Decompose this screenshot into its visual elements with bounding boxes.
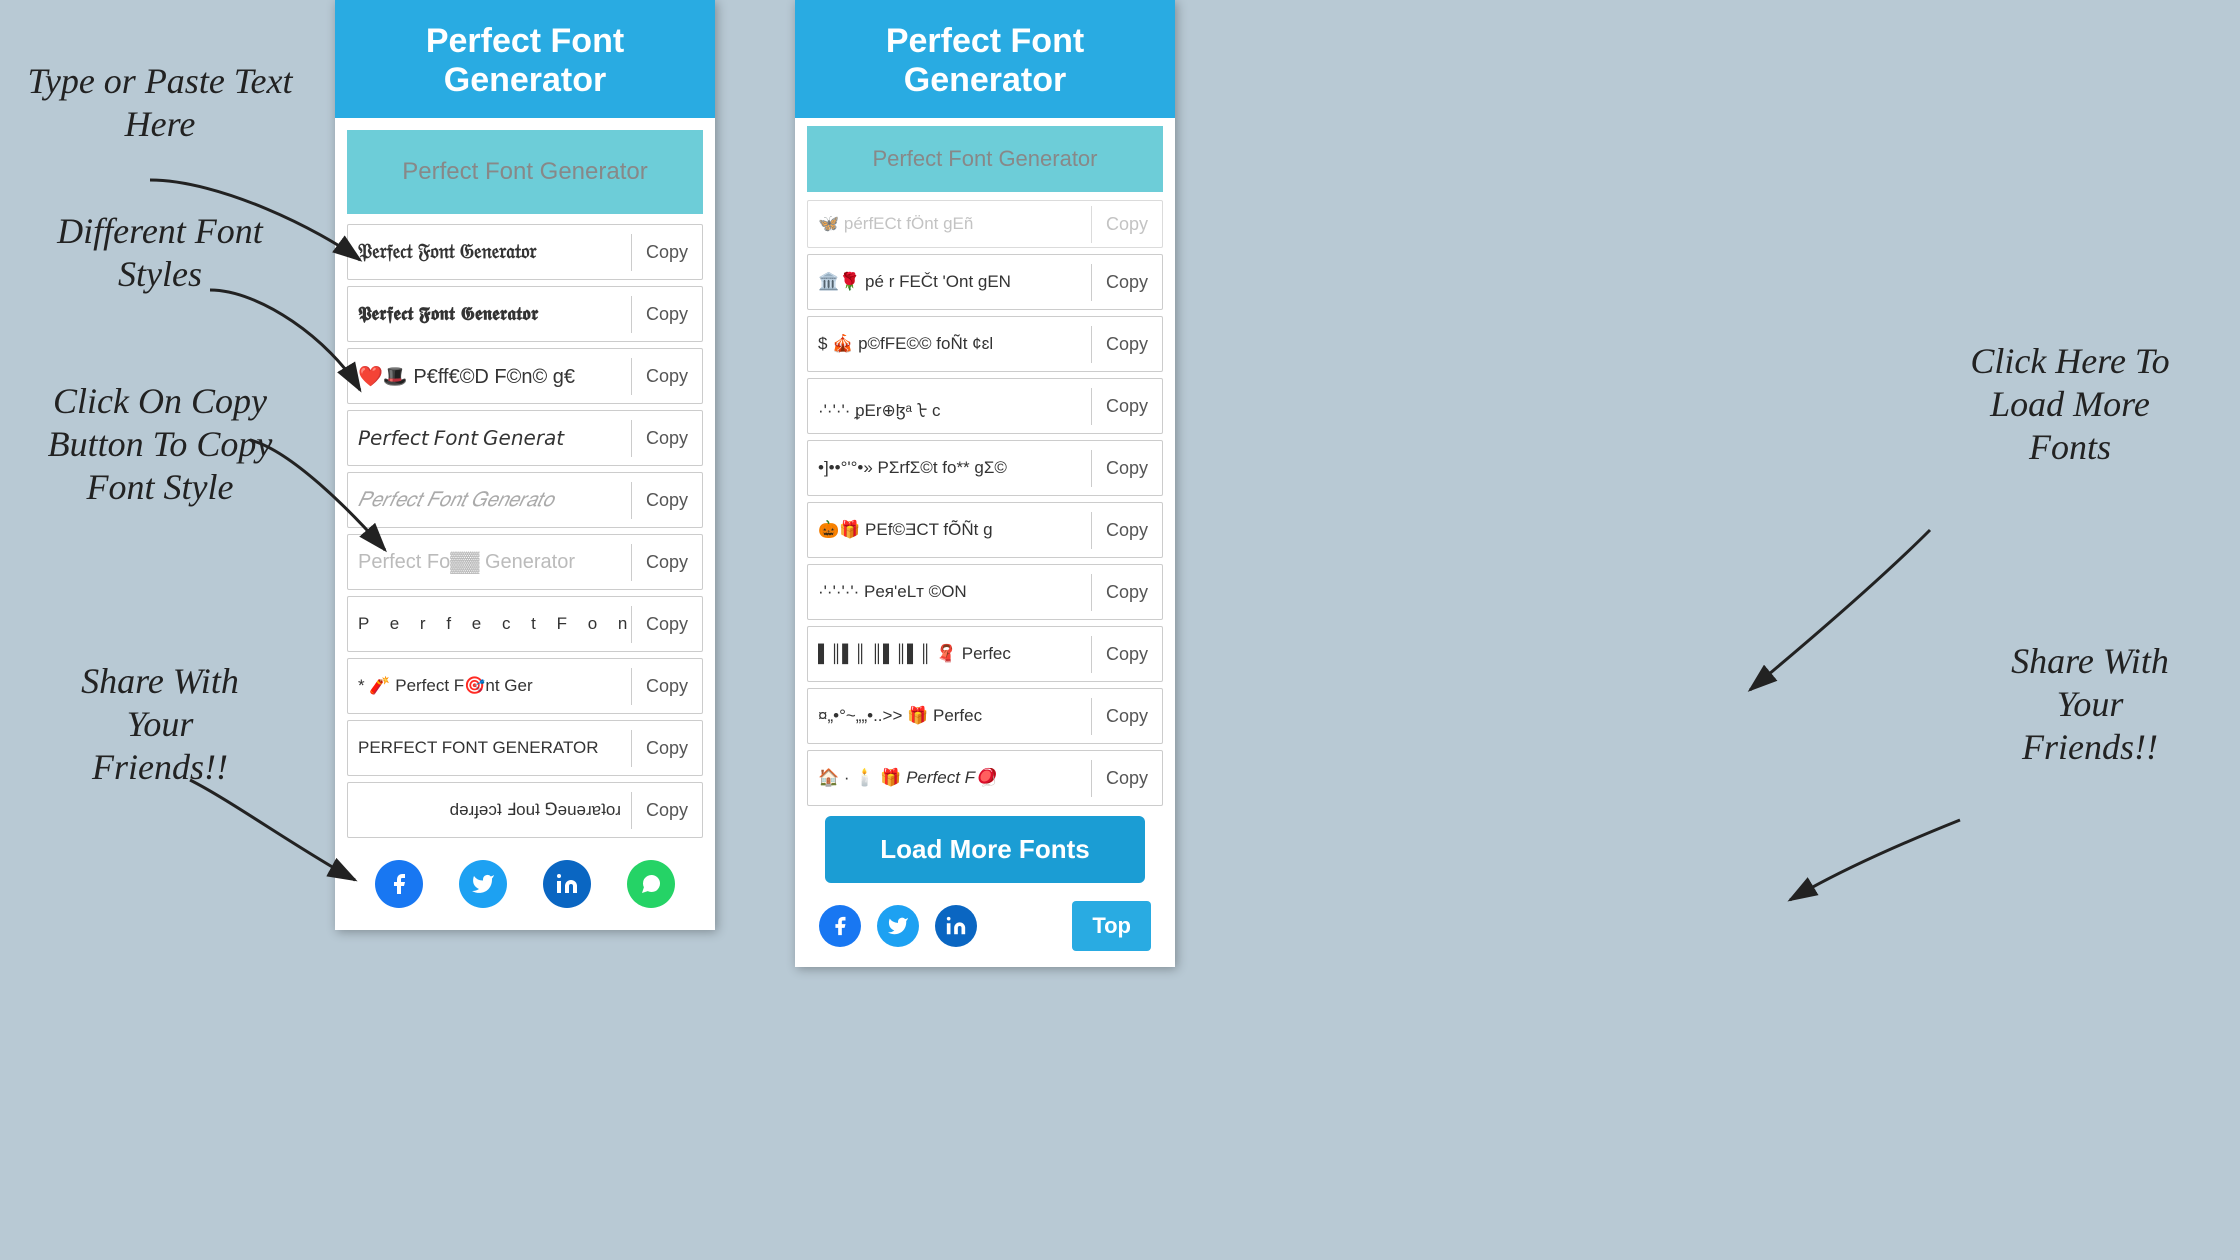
left-phone: Perfect Font Generator 𝔓𝔢𝔯𝔣𝔢𝔠𝔱 𝔉𝔬𝔫𝔱 𝔊𝔢𝔫𝔢… — [335, 0, 715, 930]
copy-button[interactable]: Copy — [1091, 206, 1162, 243]
font-text: PERFECT FONT GENERATOR — [348, 730, 631, 766]
copy-button[interactable]: Copy — [1091, 388, 1162, 425]
font-text: $ 🎪 p©fFE©© foÑt ¢ɛl — [808, 326, 1091, 362]
right-phone: Perfect Font Generator 🦋 pérfECt fÖnt gE… — [795, 0, 1175, 967]
copy-button[interactable]: Copy — [631, 234, 702, 271]
arrow-load-more — [1730, 520, 1950, 700]
linkedin-icon[interactable] — [543, 860, 591, 908]
social-row — [347, 846, 703, 918]
facebook-icon[interactable] — [375, 860, 423, 908]
font-row: * 🧨 Perfect F🎯nt Ger Copy — [347, 658, 703, 714]
copy-button[interactable]: Copy — [631, 792, 702, 829]
font-row: ¤„•°~„„•..>> 🎁 Perfec Copy — [807, 688, 1163, 744]
copy-button[interactable]: Copy — [631, 730, 702, 767]
font-text: ɹoʇɐɹǝuǝ⅁ ʇuoℲ ʇɔǝɟɹǝd — [348, 792, 631, 828]
font-row: ·'·'·'·'· Peя'eLт ©ON Copy — [807, 564, 1163, 620]
whatsapp-icon[interactable] — [627, 860, 675, 908]
annotation-load-more: Click Here ToLoad MoreFonts — [1920, 340, 2220, 470]
font-row: 𝑃𝑒𝑟𝑓𝑒𝑐𝑡 𝐹𝑜𝑛𝑡 𝐺𝑒𝑛𝑒𝑟𝑎𝑡𝑜 Copy — [347, 472, 703, 528]
twitter-icon[interactable] — [459, 860, 507, 908]
copy-button[interactable]: Copy — [1091, 636, 1162, 673]
font-row: ·'·'·'· ᵱEr⊕ɮᵃ ᡶ c Copy — [807, 378, 1163, 434]
copy-button[interactable]: Copy — [1091, 450, 1162, 487]
copy-button[interactable]: Copy — [631, 420, 702, 457]
font-row: 𝕻𝖊𝖗𝖋𝖊𝖈𝖙 𝕱𝖔𝖓𝖙 𝕲𝖊𝖓𝖊𝖗𝖆𝖙𝖔𝖗 Copy — [347, 286, 703, 342]
copy-button[interactable]: Copy — [1091, 326, 1162, 363]
copy-button[interactable]: Copy — [1091, 698, 1162, 735]
annotation-type-paste: Type or Paste TextHere — [20, 60, 300, 146]
font-text: ·'·'·'· ᵱEr⊕ɮᵃ ᡶ c — [808, 383, 1091, 429]
font-row: ❤️🎩 P€ff€©D F©n© g€ Copy — [347, 348, 703, 404]
facebook-icon-right[interactable] — [819, 905, 861, 947]
load-more-button[interactable]: Load More Fonts — [825, 816, 1145, 883]
font-text: 🏛️🌹 pé r FEČt 'Ont gEN — [808, 264, 1091, 300]
linkedin-icon-right[interactable] — [935, 905, 977, 947]
font-row: 𝘗𝘦𝘳𝘧𝘦𝘤𝘵 𝘍𝘰𝘯𝘵 𝘎𝘦𝘯𝘦𝘳𝘢𝘵 Copy — [347, 410, 703, 466]
font-text: 𝑃𝑒𝑟𝑓𝑒𝑐𝑡 𝐹𝑜𝑛𝑡 𝐺𝑒𝑛𝑒𝑟𝑎𝑡𝑜 — [348, 481, 631, 520]
right-text-input[interactable] — [807, 126, 1163, 192]
font-row: ɹoʇɐɹǝuǝ⅁ ʇuoℲ ʇɔǝɟɹǝd Copy — [347, 782, 703, 838]
font-row: PERFECT FONT GENERATOR Copy — [347, 720, 703, 776]
font-row: 𝔓𝔢𝔯𝔣𝔢𝔠𝔱 𝔉𝔬𝔫𝔱 𝔊𝔢𝔫𝔢𝔯𝔞𝔱𝔬𝔯 Copy — [347, 224, 703, 280]
copy-button[interactable]: Copy — [631, 668, 702, 705]
font-text: ·'·'·'·'· Peя'eLт ©ON — [808, 574, 1091, 610]
copy-button[interactable]: Copy — [631, 544, 702, 581]
annotation-share-left: Share WithYourFriends!! — [30, 660, 290, 790]
font-text: 🎃🎁 PEf©ƎCT fÕÑt g — [808, 512, 1091, 548]
left-phone-body: 𝔓𝔢𝔯𝔣𝔢𝔠𝔱 𝔉𝔬𝔫𝔱 𝔊𝔢𝔫𝔢𝔯𝔞𝔱𝔬𝔯 Copy 𝕻𝖊𝖗𝖋𝖊𝖈𝖙 𝕱𝖔𝖓𝖙… — [335, 118, 715, 930]
right-bottom-row: Top — [807, 893, 1163, 959]
font-row: •]••°'°•» PΣrfΣ©t fo** gΣ© Copy — [807, 440, 1163, 496]
copy-button[interactable]: Copy — [1091, 760, 1162, 797]
font-row: ▌║▌║ ║▌║▌║ 🧣 Perfec Copy — [807, 626, 1163, 682]
font-text: •]••°'°•» PΣrfΣ©t fo** gΣ© — [808, 450, 1091, 486]
partial-font-row: 🦋 pérfECt fÖnt gEñ Copy — [807, 200, 1163, 248]
font-row: 🎃🎁 PEf©ƎCT fÕÑt g Copy — [807, 502, 1163, 558]
right-phone-header: Perfect Font Generator — [795, 0, 1175, 118]
left-phone-header: Perfect Font Generator — [335, 0, 715, 118]
font-text: ¤„•°~„„•..>> 🎁 Perfec — [808, 698, 1091, 734]
font-text: * 🧨 Perfect F🎯nt Ger — [348, 668, 631, 704]
right-phone-title: Perfect Font Generator — [811, 22, 1159, 100]
copy-button[interactable]: Copy — [1091, 512, 1162, 549]
copy-button[interactable]: Copy — [631, 606, 702, 643]
font-row: Perfect Fo▓▓ Generator Copy — [347, 534, 703, 590]
annotation-share-right: Share WithYourFriends!! — [1950, 640, 2230, 770]
font-row: $ 🎪 p©fFE©© foÑt ¢ɛl Copy — [807, 316, 1163, 372]
font-text: Perfect Fo▓▓ Generator — [348, 543, 631, 582]
font-row: P e r f e c t F o n t Copy — [347, 596, 703, 652]
annotation-different-fonts: Different FontStyles — [20, 210, 300, 296]
font-text: 𝘗𝘦𝘳𝘧𝘦𝘤𝘵 𝘍𝘰𝘯𝘵 𝘎𝘦𝘯𝘦𝘳𝘢𝘵 — [348, 418, 631, 459]
font-text: ❤️🎩 P€ff€©D F©n© g€ — [348, 356, 631, 397]
copy-button[interactable]: Copy — [1091, 264, 1162, 301]
twitter-icon-right[interactable] — [877, 905, 919, 947]
annotation-copy: Click On CopyButton To CopyFont Style — [10, 380, 310, 510]
font-text: 𝕻𝖊𝖗𝖋𝖊𝖈𝖙 𝕱𝖔𝖓𝖙 𝕲𝖊𝖓𝖊𝖗𝖆𝖙𝖔𝖗 — [348, 296, 631, 333]
font-row: 🏠 · 🕯️ 🎁 Perfect F🪀 Copy — [807, 750, 1163, 806]
copy-button[interactable]: Copy — [631, 358, 702, 395]
left-phone-title: Perfect Font Generator — [351, 22, 699, 100]
font-text: 𝔓𝔢𝔯𝔣𝔢𝔠𝔱 𝔉𝔬𝔫𝔱 𝔊𝔢𝔫𝔢𝔯𝔞𝔱𝔬𝔯 — [348, 233, 631, 272]
font-text: 🏠 · 🕯️ 🎁 Perfect F🪀 — [808, 760, 1091, 796]
font-text: P e r f e c t F o n t — [348, 606, 631, 642]
copy-button[interactable]: Copy — [631, 296, 702, 333]
font-text: 🦋 pérfECt fÖnt gEñ — [808, 206, 1091, 242]
font-text: ▌║▌║ ║▌║▌║ 🧣 Perfec — [808, 636, 1091, 672]
right-phone-body: 🦋 pérfECt fÖnt gEñ Copy 🏛️🌹 pé r FEČt 'O… — [795, 118, 1175, 967]
arrow-share-right — [1780, 810, 1980, 910]
text-input[interactable] — [347, 130, 703, 214]
copy-button[interactable]: Copy — [1091, 574, 1162, 611]
font-row: 🏛️🌹 pé r FEČt 'Ont gEN Copy — [807, 254, 1163, 310]
copy-button[interactable]: Copy — [631, 482, 702, 519]
top-button[interactable]: Top — [1072, 901, 1151, 951]
